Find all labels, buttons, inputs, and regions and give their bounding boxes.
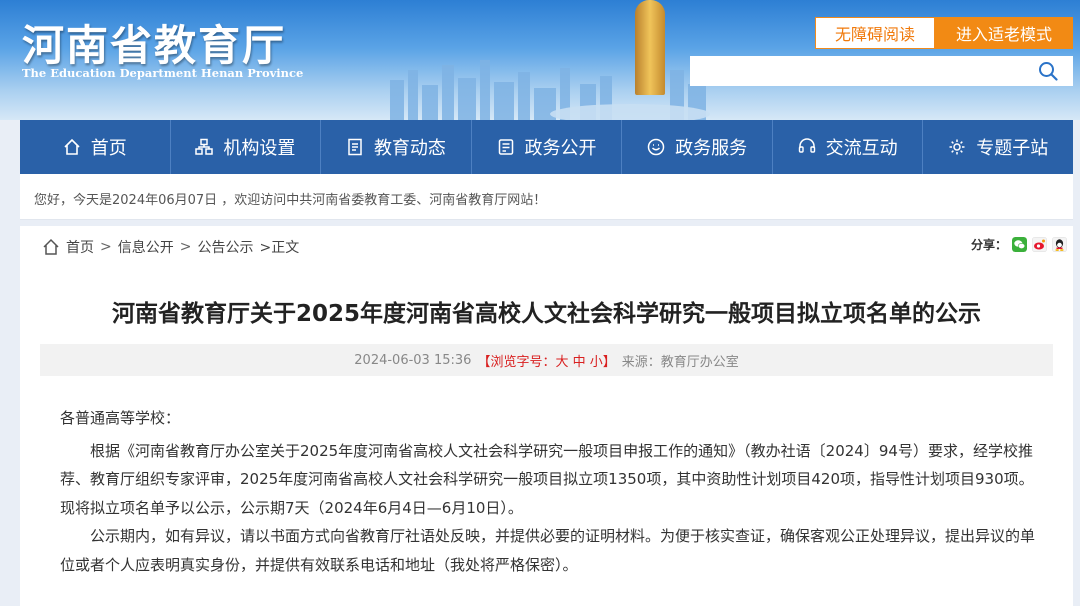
search-input[interactable] <box>690 56 1073 86</box>
article-source: 来源：教育厅办公室 <box>621 354 739 370</box>
service-icon <box>647 138 665 156</box>
nav-item-home[interactable]: 首页 <box>20 120 171 174</box>
wechat-icon[interactable] <box>1012 237 1027 252</box>
breadcrumb-current: >正文 <box>259 240 300 256</box>
interact-icon <box>798 138 815 153</box>
breadcrumb-bar: 首页 > 信息公开 > 公告公示 >正文 分享： <box>20 226 1073 266</box>
article-container: 河南省教育厅关于2025年度河南省高校人文社会科学研究一般项目拟立项名单的公示 … <box>20 266 1073 606</box>
nav-item-org[interactable]: 机构设置 <box>171 120 322 174</box>
article-date: 2024-06-03 15:36 <box>354 352 472 368</box>
breadcrumb: 首页 > 信息公开 > 公告公示 >正文 <box>42 237 299 257</box>
subsite-icon <box>949 139 965 155</box>
city-skyline-graphic <box>390 60 710 120</box>
nav-item-gov-open[interactable]: 政务公开 <box>472 120 623 174</box>
share-label: 分享： <box>970 238 1007 252</box>
breadcrumb-separator: > <box>179 239 192 255</box>
nav-item-label: 教育动态 <box>373 138 446 159</box>
header-banner: 河南省教育厅 The Education Department Henan Pr… <box>0 0 1080 120</box>
accessibility-reading-button[interactable]: 无障碍阅读 <box>815 17 935 49</box>
breadcrumb-info-open-link[interactable]: 信息公开 <box>118 237 174 257</box>
search-icon[interactable] <box>1038 61 1058 81</box>
home-icon <box>64 138 80 155</box>
nav-item-label: 交流互动 <box>825 138 898 159</box>
article-salutation: 各普通高等学校： <box>60 409 181 427</box>
gov-open-icon <box>498 139 513 155</box>
site-title: 河南省教育厅 <box>22 21 287 70</box>
article-paragraph: 公示期内，如有异议，请以书面方式向省教育厅社语处反映，并提供必要的证明材料。为便… <box>60 527 1036 574</box>
share-bar: 分享： <box>971 236 1067 253</box>
news-icon <box>348 138 362 156</box>
nav-item-news[interactable]: 教育动态 <box>321 120 472 174</box>
breadcrumb-separator: > <box>100 239 112 255</box>
elder-mode-button[interactable]: 进入适老模式 <box>935 17 1073 49</box>
nav-item-label: 机构设置 <box>223 138 296 159</box>
site-subtitle: The Education Department Henan Province <box>22 66 304 80</box>
article-body: 各普通高等学校： 根据《河南省教育厅办公室关于2025年度河南省高校人文社会科学… <box>60 404 1040 579</box>
qq-icon[interactable] <box>1052 237 1067 252</box>
breadcrumb-notice-link[interactable]: 公告公示 <box>197 237 253 257</box>
weibo-icon[interactable] <box>1032 237 1047 252</box>
welcome-bar: 您好，今天是2024年06月07日 ，欢迎访问中共河南省委教育工委、河南省教育厅… <box>20 174 1073 220</box>
org-icon <box>195 138 214 155</box>
font-size-switch[interactable]: 【浏览字号：大 中 小】 <box>477 351 615 370</box>
article-paragraph: 根据《河南省教育厅办公室关于2025年度河南省高校人文社会科学研究一般项目申报工… <box>60 441 1034 517</box>
nav-item-interact[interactable]: 交流互动 <box>773 120 924 174</box>
article-title: 河南省教育厅关于2025年度河南省高校人文社会科学研究一般项目拟立项名单的公示 <box>111 301 981 327</box>
nav-item-subsite[interactable]: 专题子站 <box>923 120 1073 174</box>
nav-item-label: 专题子站 <box>976 138 1049 159</box>
main-nav: 首页 机构设置 教育动态 政务公开 政务服务 交流互动 专题子站 <box>20 120 1073 174</box>
breadcrumb-home-link[interactable]: 首页 <box>66 237 94 257</box>
nav-item-label: 首页 <box>90 138 127 159</box>
nav-item-service[interactable]: 政务服务 <box>622 120 773 174</box>
nav-item-label: 政务公开 <box>524 138 597 159</box>
home-icon <box>43 238 59 255</box>
welcome-text: 您好，今天是2024年06月07日 ，欢迎访问中共河南省委教育工委、河南省教育厅… <box>34 193 547 208</box>
nav-item-label: 政务服务 <box>675 138 748 159</box>
article-meta: 2024-06-03 15:36 【浏览字号：大 中 小】 来源：教育厅办公室 <box>40 344 1053 376</box>
